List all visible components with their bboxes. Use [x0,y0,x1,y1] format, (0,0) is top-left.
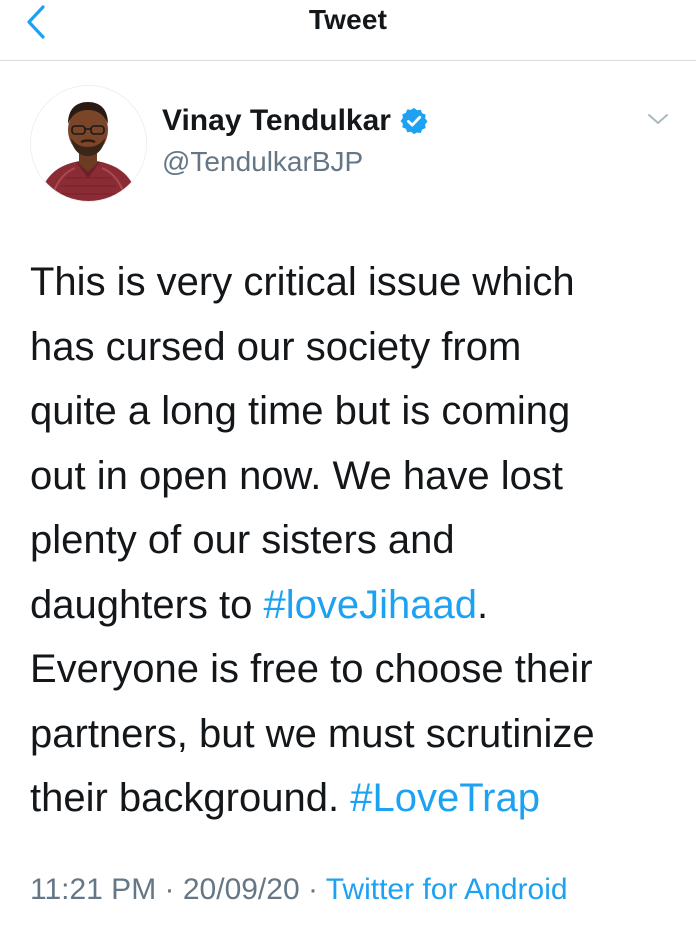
tweet-text: This is very critical issue which has cu… [30,250,680,831]
tweet-text-segment: their background. [30,776,351,820]
tweet-line: This is very critical issue which [30,260,575,304]
tweet-line: plenty of our sisters and [30,518,455,562]
author-name-row[interactable]: Vinay Tendulkar [162,101,429,141]
avatar[interactable] [30,85,147,202]
tweet-text-segment: . [477,582,489,627]
profile-photo [31,86,146,201]
tweet-source-link[interactable]: Twitter for Android [326,873,568,906]
hashtag-link[interactable]: #LoveTrap [350,776,540,820]
author-handle[interactable]: @TendulkarBJP [162,146,363,178]
author-name[interactable]: Vinay Tendulkar [162,104,391,138]
tweet-line: daughters to #loveJihaad. [30,573,680,638]
tweet-line: quite a long time but is coming [30,389,571,433]
tweet-line: partners, but we must scrutinize [30,711,595,756]
tweet-line: Everyone is free to choose their [30,647,593,691]
nav-header: Tweet [0,0,696,61]
page-title: Tweet [308,4,388,35]
tweet-line: out in open now. We have lost [30,453,563,498]
tweet-line: has cursed our society from [30,324,522,369]
tweet-options-button[interactable] [640,106,676,136]
tweet-line: their background. #LoveTrap [30,766,680,831]
meta-separator: · [299,873,326,906]
meta-separator: · [156,873,183,906]
tweet-meta: 11:21 PM · 20/09/20 · Twitter for Androi… [30,873,568,907]
tweet-screen: Tweet Vinay Tendulkar @TendulkarBJP This… [0,0,696,927]
chevron-down-icon [647,112,669,131]
tweet-time: 11:21 PM [30,873,157,906]
tweet-text-segment: daughters to [30,582,264,627]
verified-badge-icon [399,106,429,136]
hashtag-link[interactable]: #loveJihaad [264,583,478,627]
tweet-date: 20/09/20 [182,873,300,906]
